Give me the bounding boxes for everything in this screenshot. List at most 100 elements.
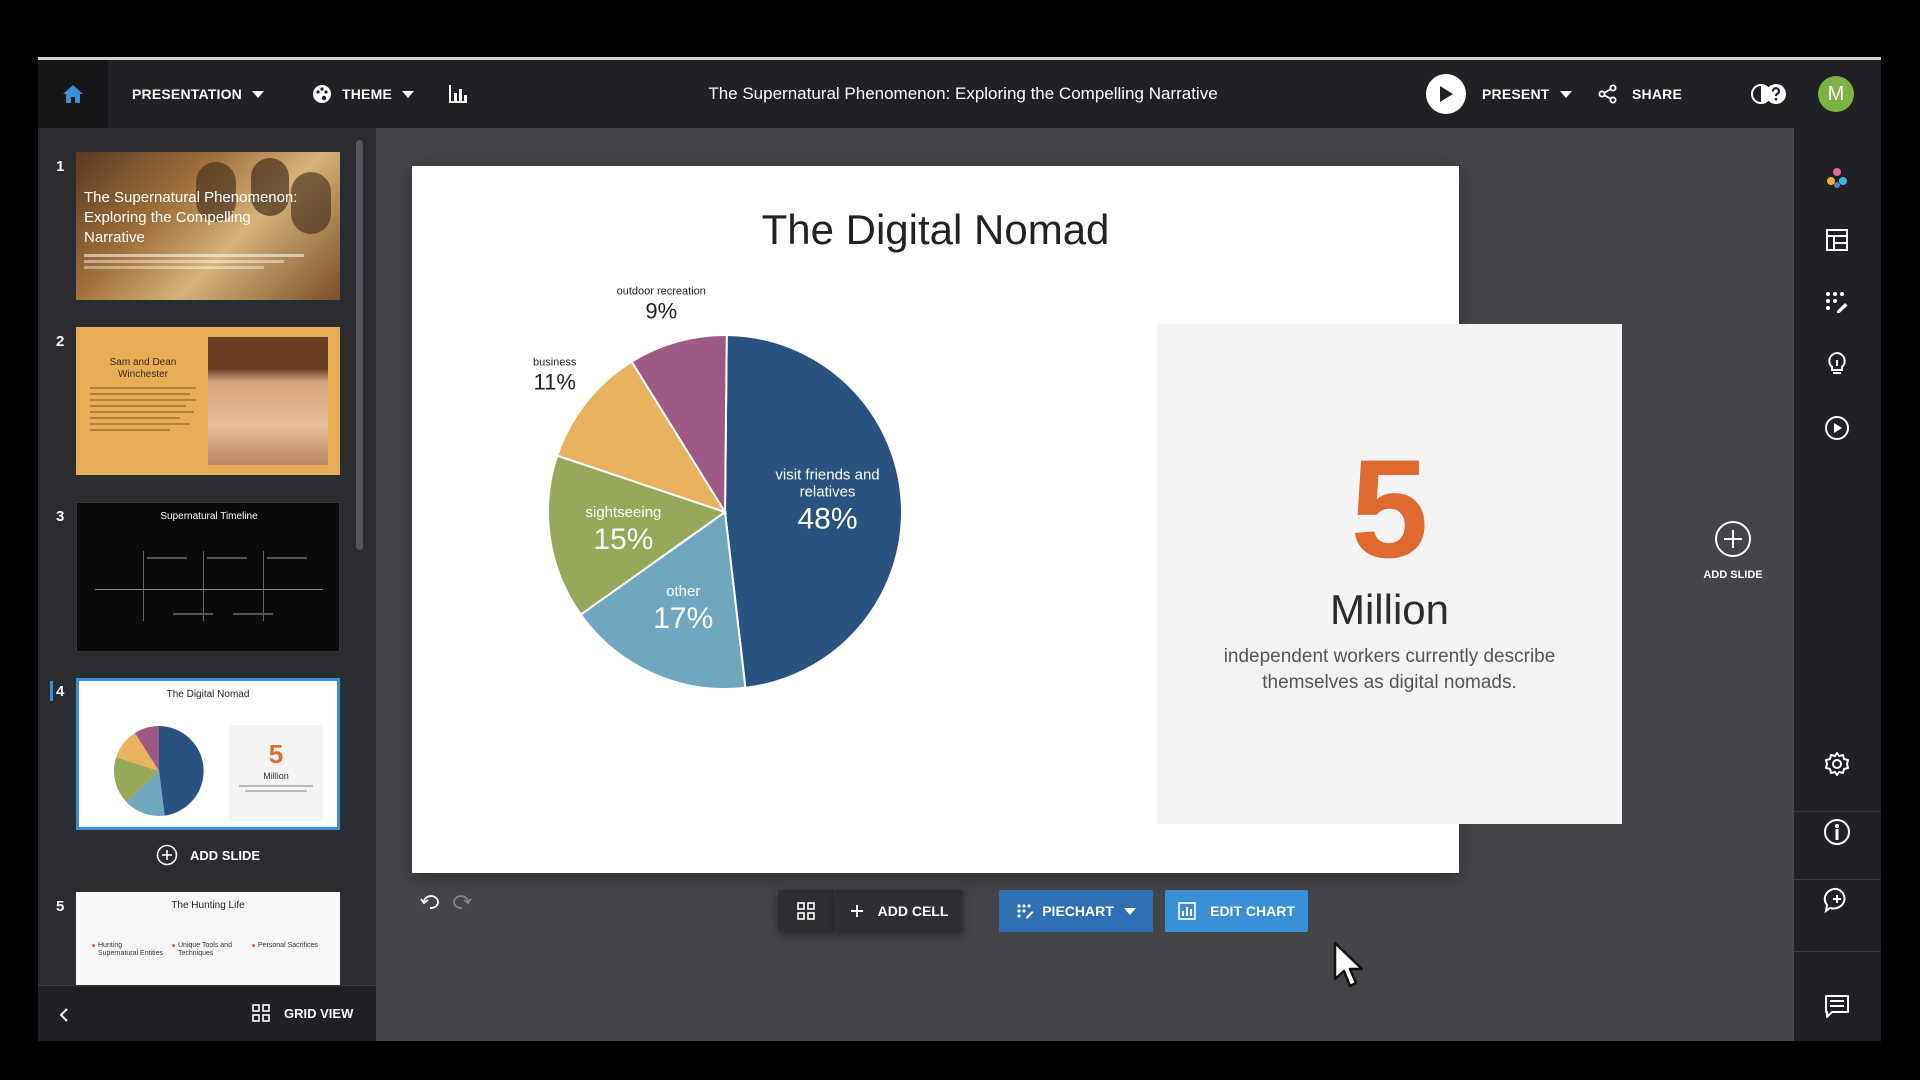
add-slide-button[interactable]: ADD SLIDE — [156, 844, 260, 866]
add-slide-side-button[interactable]: ADD SLIDE — [1693, 520, 1773, 581]
share-button[interactable]: SHARE — [1598, 60, 1682, 128]
settings-button[interactable] — [1821, 748, 1853, 780]
pie-slice-percent: 9% — [645, 299, 677, 324]
chart-type-label: PIECHART — [1042, 903, 1114, 919]
theme-menu-label: THEME — [342, 86, 392, 102]
undo-button[interactable] — [420, 894, 442, 914]
thumbnail-bullet: Unique Tools and Techniques — [178, 942, 232, 957]
chevron-down-icon — [252, 90, 264, 98]
plus-circle-icon — [156, 844, 178, 866]
pie-slice-name: other — [666, 583, 700, 600]
stat-description: independent workers currently describe t… — [1223, 646, 1556, 693]
slide-thumbnail-3[interactable]: Supernatural Timeline — [76, 502, 340, 652]
pie-slice-name: outdoor recreation — [617, 286, 706, 298]
ideas-button[interactable] — [1821, 348, 1853, 380]
home-button[interactable] — [38, 60, 108, 128]
color-dots-icon — [1827, 168, 1847, 188]
stat-number: 5 — [1350, 430, 1429, 587]
pie-slice-label: sightseeing 15% — [586, 504, 662, 556]
slide-thumbnail-5[interactable]: The Hunting Life Hunting Supernatural En… — [76, 892, 340, 985]
chevron-down-icon — [1559, 90, 1572, 98]
pie-slice-label: outdoor recreation9% — [617, 286, 706, 324]
document-title[interactable]: The Supernatural Phenomenon: Exploring t… — [598, 60, 1328, 128]
thumbnail-pie-chart — [114, 726, 204, 816]
redo-button[interactable] — [452, 894, 474, 914]
notes-icon — [1825, 995, 1849, 1018]
layout-icon — [1826, 229, 1848, 251]
accessibility-icon — [1824, 819, 1850, 845]
collapse-panel-button[interactable] — [54, 1004, 74, 1026]
comment-button[interactable] — [1821, 884, 1853, 916]
pie-slice-name: sightseeing — [586, 504, 662, 521]
present-label: PRESENT — [1482, 86, 1550, 102]
share-icon — [1598, 84, 1617, 104]
chevron-down-icon — [1123, 907, 1136, 915]
add-slide-side-label: ADD SLIDE — [1703, 569, 1763, 581]
play-icon — [1426, 74, 1466, 114]
add-cell-label: ADD CELL — [877, 903, 949, 919]
rail-divider — [1794, 879, 1881, 880]
slide-thumbnail-title: Sam and Dean Winchester — [109, 357, 177, 380]
presentation-menu[interactable]: PRESENTATION — [132, 60, 264, 128]
pie-slice-name: business — [533, 356, 577, 368]
colors-button[interactable] — [1821, 162, 1853, 194]
slide-canvas[interactable]: The Digital Nomad visit friends and relat… — [412, 166, 1622, 873]
stat-unit: Million — [1329, 586, 1450, 633]
grid-icon — [252, 1004, 270, 1022]
slide-panel-footer: GRID VIEW — [38, 985, 376, 1041]
edit-chart-button[interactable]: EDIT CHART — [1165, 890, 1308, 932]
rail-divider — [1794, 811, 1881, 812]
slide-thumbnail-title: The Hunting Life — [171, 900, 245, 911]
chart-edit-icon — [1178, 902, 1196, 920]
slide-number: 3 — [56, 508, 65, 525]
grid-view-label: GRID VIEW — [284, 1005, 354, 1021]
pie-slice-percent: 15% — [593, 523, 653, 556]
help-icon — [1766, 84, 1786, 104]
add-cell-button[interactable]: ADD CELL — [835, 890, 963, 932]
slide-thumbnail-1[interactable]: The Supernatural Phenomenon: Exploring t… — [76, 152, 340, 300]
thumbnail-stat-number: 5 — [268, 739, 284, 769]
grid-icon — [797, 902, 815, 920]
grid-view-button[interactable]: GRID VIEW — [252, 1004, 353, 1022]
active-slide-indicator — [50, 681, 53, 701]
slide-panel: 1 The Supernatural Phenomenon: Exploring… — [38, 128, 376, 1041]
share-label: SHARE — [1632, 86, 1683, 102]
layout-button[interactable] — [1821, 224, 1853, 256]
slide-number: 1 — [56, 158, 65, 175]
redo-icon — [453, 895, 472, 909]
smart-edit-button[interactable] — [1821, 286, 1853, 318]
pie-slice-name: relatives — [800, 484, 856, 501]
animation-button[interactable] — [1821, 412, 1853, 444]
play-circle-icon — [1825, 416, 1849, 440]
slide-number: 5 — [56, 898, 65, 915]
pie-slice-label: business11% — [533, 356, 577, 394]
add-slide-label: ADD SLIDE — [190, 847, 261, 863]
present-button[interactable]: PRESENT — [1426, 60, 1572, 128]
dots-edit-icon — [1017, 904, 1034, 919]
right-rail — [1794, 128, 1881, 1041]
edit-chart-label: EDIT CHART — [1210, 903, 1295, 919]
stat-cell[interactable]: 5 Million independent workers currently … — [1157, 324, 1622, 824]
slide-thumbnail-4[interactable]: The Digital Nomad 5 Million — [76, 678, 340, 830]
theme-menu[interactable]: THEME — [312, 60, 414, 128]
top-bar: PRESENTATION THEME The Supernatural Phen… — [38, 60, 1881, 128]
chart-button[interactable] — [448, 60, 468, 128]
pie-slice-percent: 17% — [653, 602, 713, 635]
slide-number: 2 — [56, 333, 65, 350]
presentation-menu-label: PRESENTATION — [132, 86, 242, 102]
accessibility-button[interactable] — [1821, 816, 1853, 848]
slide-thumbnail-title: Supernatural Timeline — [160, 511, 258, 522]
slide-panel-scrollbar[interactable] — [356, 140, 363, 550]
home-icon — [63, 85, 83, 103]
slide-thumbnail-2[interactable]: Sam and Dean Winchester — [76, 327, 340, 475]
slide-number: 4 — [56, 683, 65, 700]
palette-icon — [313, 85, 331, 103]
cell-layout-button[interactable] — [778, 890, 834, 932]
thumbnail-bullet: Hunting Supernatural Entities — [98, 942, 163, 957]
avatar[interactable]: M — [1818, 76, 1854, 112]
help-button[interactable] — [1765, 60, 1787, 128]
chart-type-dropdown[interactable]: PIECHART — [999, 890, 1153, 932]
add-comment-icon — [1823, 887, 1846, 914]
gear-icon — [1825, 752, 1849, 776]
notes-button[interactable] — [1821, 990, 1853, 1022]
